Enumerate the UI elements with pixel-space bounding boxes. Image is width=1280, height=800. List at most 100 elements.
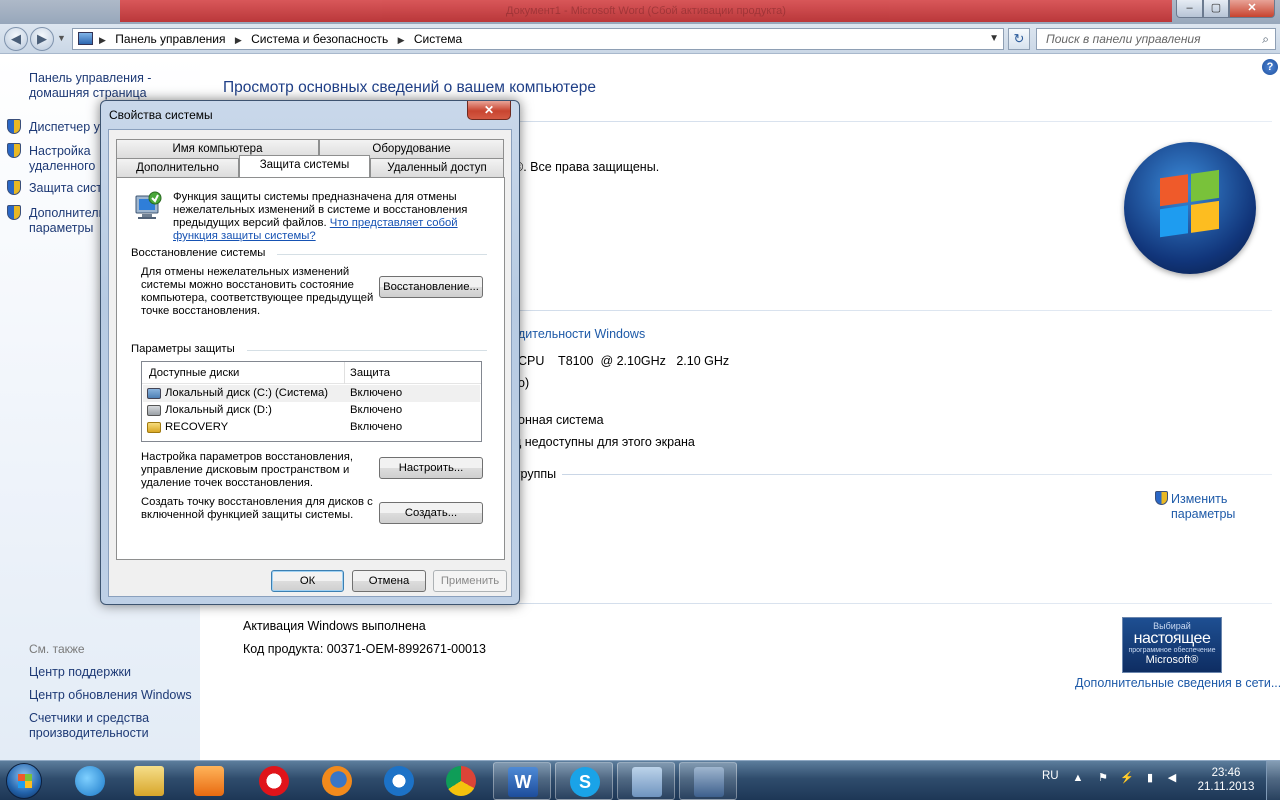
dialog-close-button[interactable]: ✕ — [467, 101, 511, 120]
taskbar-internet-explorer[interactable] — [61, 762, 119, 800]
product-key: Код продукта: 00371-OEM-8992671-00013 — [243, 642, 486, 656]
protection-group-title: Параметры защиты — [131, 343, 235, 355]
more-info-online-link[interactable]: Дополнительные сведения в сети... — [1075, 676, 1280, 690]
search-input[interactable]: Поиск в панели управления ⌕ — [1036, 28, 1276, 50]
power-icon[interactable]: ⚡ — [1120, 772, 1134, 785]
mail-icon — [384, 766, 414, 796]
clock[interactable]: 23:46 21.11.2013 — [1195, 766, 1257, 794]
taskbar-system-properties[interactable] — [679, 762, 737, 800]
restore-group-title: Восстановление системы — [131, 247, 266, 259]
sidebar-item-system-protection[interactable]: Защита системы — [29, 181, 101, 196]
group-divider — [247, 350, 487, 351]
breadcrumb: ▶ Панель управления ▶ Система и безопасн… — [99, 29, 468, 50]
action-center-flag-icon[interactable]: ⚑ — [1097, 772, 1109, 785]
taskbar-firefox[interactable] — [308, 762, 366, 800]
breadcrumb-system[interactable]: Система — [414, 32, 462, 46]
search-icon[interactable]: ⌕ — [1262, 29, 1269, 49]
see-also-performance[interactable]: Счетчики и средства производительности — [29, 711, 159, 741]
create-description: Создать точку восстановления для дисков … — [141, 496, 373, 521]
table-row[interactable]: Локальный диск (C:) (Система) Включено — [143, 385, 480, 402]
address-toolbar: ◀ ▶ ▼ ▶ Панель управления ▶ Система и бе… — [0, 24, 1280, 54]
network-signal-icon[interactable]: ▮ — [1144, 772, 1156, 785]
minimize-button[interactable]: – — [1176, 0, 1203, 18]
system-protection-icon — [135, 191, 162, 219]
chevron-right-icon[interactable]: ▶ — [235, 35, 242, 45]
start-button[interactable] — [1, 761, 47, 800]
help-icon[interactable]: ? — [1262, 59, 1278, 75]
system-restore-button[interactable]: Восстановление... — [379, 276, 483, 298]
tab-advanced[interactable]: Дополнительно — [116, 158, 239, 177]
shield-icon — [7, 180, 21, 195]
chevron-down-icon[interactable]: ▼ — [989, 29, 999, 49]
see-also-windows-update[interactable]: Центр обновления Windows — [29, 688, 192, 703]
media-player-icon — [194, 766, 224, 796]
taskbar-explorer[interactable] — [120, 762, 178, 800]
tab-remote[interactable]: Удаленный доступ — [370, 158, 504, 177]
chevron-right-icon[interactable]: ▶ — [99, 35, 106, 45]
change-settings-link[interactable]: Изменить параметры — [1171, 492, 1251, 522]
sidebar-item-remote-settings[interactable]: Настройка удаленного доступа — [29, 144, 101, 174]
workgroup-heading: группы — [516, 467, 557, 481]
restore-description: Для отмены нежелательных изменений систе… — [141, 266, 374, 317]
taskbar-mail[interactable] — [370, 762, 428, 800]
sidebar-home-link[interactable]: Панель управления - домашняя страница — [29, 71, 189, 101]
ok-button[interactable]: ОК — [271, 570, 344, 592]
page-title: Просмотр основных сведений о вашем компь… — [223, 79, 596, 96]
drive-list[interactable]: Доступные диски Защита Локальный диск (C… — [141, 361, 482, 442]
windows-logo — [1124, 142, 1256, 274]
internet-explorer-icon — [75, 766, 105, 796]
create-button[interactable]: Создать... — [379, 502, 483, 524]
sidebar-item-device-manager[interactable]: Диспетчер устройств — [29, 120, 101, 135]
see-also-action-center[interactable]: Центр поддержки — [29, 665, 131, 680]
system-type-value: онная система — [518, 413, 604, 427]
breadcrumb-control-panel[interactable]: Панель управления — [115, 32, 225, 46]
table-row[interactable]: Локальный диск (D:) Включено — [143, 402, 480, 419]
taskbar-skype[interactable]: S — [555, 762, 613, 800]
folder-icon — [147, 422, 161, 433]
address-input[interactable]: ▶ Панель управления ▶ Система и безопасн… — [72, 28, 1004, 50]
volume-icon[interactable]: ◀ — [1166, 772, 1178, 785]
cancel-button[interactable]: Отмена — [352, 570, 426, 592]
table-row[interactable]: RECOVERY Включено — [143, 419, 480, 436]
sidebar-item-advanced-settings[interactable]: Дополнительные параметры системы — [29, 206, 101, 236]
column-available-drives[interactable]: Доступные диски — [149, 362, 239, 384]
taskbar-chrome[interactable] — [432, 762, 490, 800]
maximize-button[interactable]: ▢ — [1203, 0, 1229, 18]
dialog-title: Свойства системы — [109, 108, 213, 122]
performance-index-link[interactable]: дительности Windows — [518, 327, 645, 341]
tab-system-protection[interactable]: Защита системы — [239, 155, 370, 177]
column-protection[interactable]: Защита — [350, 362, 390, 384]
chevron-right-icon[interactable]: ▶ — [398, 35, 405, 45]
breadcrumb-system-security[interactable]: Система и безопасность — [251, 32, 388, 46]
apply-button[interactable]: Применить — [433, 570, 507, 592]
window-titlebar: Документ1 - Microsoft Word (Сбой активац… — [0, 0, 1280, 24]
taskbar-control-panel[interactable] — [617, 762, 675, 800]
search-placeholder: Поиск в панели управления — [1046, 32, 1201, 46]
configure-button[interactable]: Настроить... — [379, 457, 483, 479]
language-indicator[interactable]: RU — [1042, 770, 1059, 782]
tab-panel-system-protection: Функция защиты системы предназначена для… — [116, 177, 505, 560]
genuine-microsoft-badge[interactable]: Выбирай настоящее программное обеспечени… — [1122, 617, 1222, 673]
group-divider — [277, 254, 487, 255]
pen-touch-value: д недоступны для этого экрана — [514, 435, 695, 449]
shield-icon — [7, 143, 21, 158]
show-desktop-button[interactable] — [1266, 761, 1280, 800]
chevron-up-icon[interactable]: ▲ — [1072, 772, 1084, 785]
control-panel-icon — [632, 767, 662, 797]
taskbar-word[interactable]: W — [493, 762, 551, 800]
shield-icon — [7, 205, 21, 220]
forward-button[interactable]: ▶ — [30, 27, 54, 51]
system-drive-icon — [147, 388, 161, 399]
processor-value: CPU T8100 @ 2.10GHz 2.10 GHz — [518, 354, 730, 368]
drive-list-header: Доступные диски Защита — [142, 362, 481, 384]
close-button[interactable]: ✕ — [1229, 0, 1275, 18]
refresh-button[interactable]: ↻ — [1008, 28, 1030, 50]
taskbar-media-player[interactable] — [180, 762, 238, 800]
taskbar-opera[interactable] — [245, 762, 303, 800]
recent-pages-chevron-icon[interactable]: ▼ — [57, 33, 66, 43]
taskbar: W S — [0, 760, 1280, 800]
clock-time: 23:46 — [1211, 767, 1241, 779]
back-button[interactable]: ◀ — [4, 27, 28, 51]
background-window-title: Документ1 - Microsoft Word (Сбой активац… — [120, 0, 1172, 22]
dialog-client-area: Имя компьютера Оборудование Дополнительн… — [108, 129, 512, 597]
